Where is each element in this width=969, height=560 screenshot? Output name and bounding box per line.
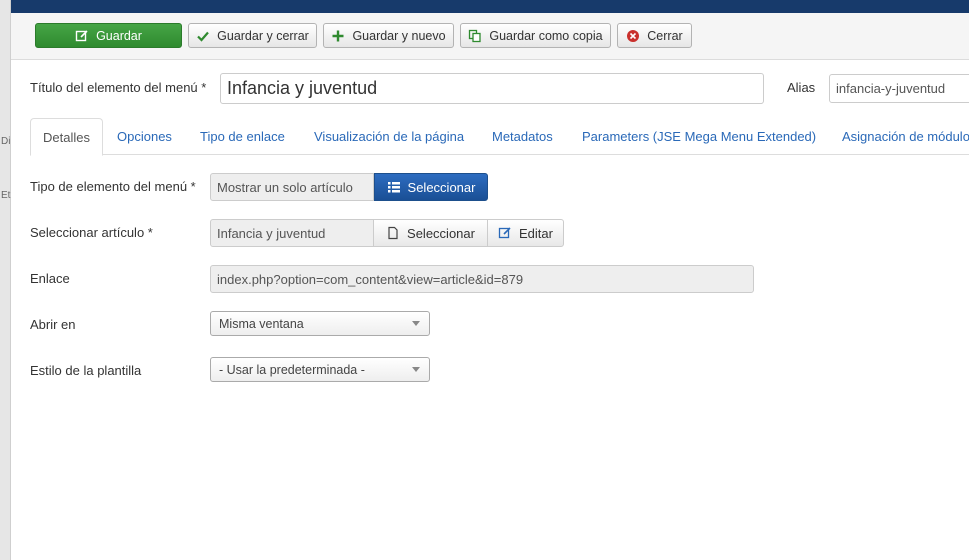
menu-item-type-field: Mostrar un solo artículo bbox=[210, 173, 374, 201]
left-edge-fragment: Et bbox=[1, 190, 11, 201]
close-circle-icon bbox=[627, 29, 640, 42]
edit-icon bbox=[75, 29, 88, 41]
save-and-new-button[interactable]: Guardar y nuevo bbox=[323, 23, 454, 48]
close-button[interactable]: Cerrar bbox=[617, 23, 692, 48]
top-header-bar bbox=[0, 0, 969, 13]
save-label: Guardar bbox=[96, 28, 142, 43]
save-close-label: Guardar y cerrar bbox=[217, 28, 309, 43]
tab-asignacion-modulo[interactable]: Asignación de módulo bbox=[830, 118, 969, 155]
save-as-copy-button[interactable]: Guardar como copia bbox=[460, 23, 611, 48]
menu-item-title-label: Título del elemento del menú * bbox=[30, 80, 207, 95]
open-in-value: Misma ventana bbox=[219, 316, 304, 331]
menu-item-type-label: Tipo de elemento del menú * bbox=[30, 179, 196, 194]
alias-value: infancia-y-juventud bbox=[836, 81, 946, 96]
left-sidebar-edge: Di Et bbox=[0, 0, 11, 560]
check-icon bbox=[197, 31, 209, 42]
left-edge-fragment: Di bbox=[1, 136, 11, 147]
link-field: index.php?option=com_content&view=articl… bbox=[210, 265, 754, 293]
menu-item-type-select-label: Seleccionar bbox=[407, 179, 476, 195]
template-style-label: Estilo de la plantilla bbox=[30, 363, 142, 378]
save-copy-label: Guardar como copia bbox=[489, 28, 603, 43]
tab-detalles[interactable]: Detalles bbox=[30, 118, 103, 156]
open-in-label: Abrir en bbox=[30, 317, 76, 332]
menu-item-title-value: Infancia y juventud bbox=[227, 78, 378, 98]
alias-label: Alias bbox=[787, 80, 816, 95]
toolbar: Guardar Guardar y cerrar Guardar y nuevo… bbox=[11, 13, 969, 60]
menu-item-type-select-button[interactable]: Seleccionar bbox=[374, 173, 488, 201]
file-icon bbox=[388, 226, 398, 240]
list-icon bbox=[387, 182, 400, 193]
tab-bar: Detalles Opciones Tipo de enlace Visuali… bbox=[30, 118, 969, 156]
chevron-down-icon bbox=[412, 367, 420, 372]
save-new-label: Guardar y nuevo bbox=[352, 28, 446, 43]
select-article-field: Infancia y juventud bbox=[210, 219, 374, 247]
link-value: index.php?option=com_content&view=articl… bbox=[217, 271, 524, 287]
tab-parameters[interactable]: Parameters (JSE Mega Menu Extended) bbox=[570, 118, 828, 155]
select-article-button[interactable]: Seleccionar bbox=[373, 219, 488, 247]
copy-icon bbox=[469, 29, 482, 42]
template-style-value: - Usar la predeterminada - bbox=[219, 362, 365, 377]
edit-icon bbox=[498, 227, 511, 239]
plus-icon bbox=[332, 30, 344, 41]
tab-tipo-de-enlace[interactable]: Tipo de enlace bbox=[188, 118, 297, 155]
edit-article-button[interactable]: Editar bbox=[487, 219, 564, 247]
tab-visualizacion[interactable]: Visualización de la página bbox=[302, 118, 476, 155]
alias-input[interactable]: infancia-y-juventud bbox=[829, 74, 969, 103]
save-button[interactable]: Guardar bbox=[35, 23, 182, 48]
menu-item-title-input[interactable]: Infancia y juventud bbox=[220, 73, 764, 104]
link-label: Enlace bbox=[30, 271, 70, 286]
select-article-value: Infancia y juventud bbox=[217, 225, 326, 241]
tab-metadatos[interactable]: Metadatos bbox=[480, 118, 565, 155]
open-in-select[interactable]: Misma ventana bbox=[210, 311, 430, 336]
edit-article-button-label: Editar bbox=[519, 225, 553, 241]
save-and-close-button[interactable]: Guardar y cerrar bbox=[188, 23, 317, 48]
template-style-select[interactable]: - Usar la predeterminada - bbox=[210, 357, 430, 382]
menu-item-type-value: Mostrar un solo artículo bbox=[217, 179, 353, 195]
close-label: Cerrar bbox=[647, 28, 683, 43]
chevron-down-icon bbox=[412, 321, 420, 326]
select-article-button-label: Seleccionar bbox=[407, 225, 475, 241]
tab-opciones[interactable]: Opciones bbox=[105, 118, 184, 155]
select-article-label: Seleccionar artículo * bbox=[30, 225, 153, 240]
